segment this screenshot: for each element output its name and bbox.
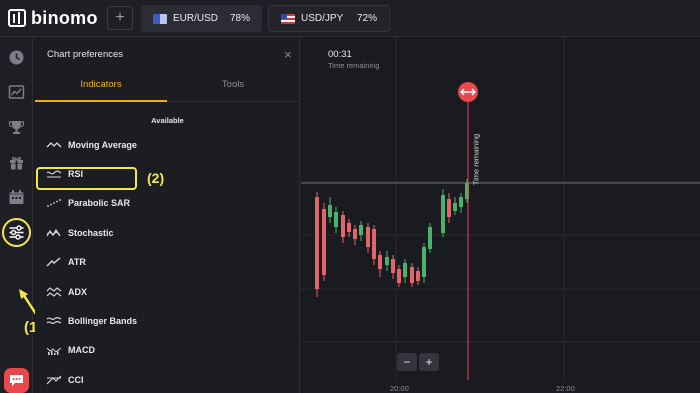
indicator-label: ATR — [68, 257, 86, 267]
indicator-label: Parabolic SAR — [68, 198, 131, 208]
candle-body — [385, 257, 389, 265]
candle-body — [328, 205, 332, 217]
asset-tab-usdjpy[interactable]: USD/JPY 72% — [268, 5, 390, 32]
candle-body — [453, 203, 457, 211]
stochastic-icon — [46, 228, 62, 238]
adx-icon — [46, 287, 62, 297]
asset-payout: 78% — [229, 13, 250, 24]
asset-tab-eurusd[interactable]: EUR/USD 78% — [141, 5, 262, 32]
candle-body — [372, 229, 376, 259]
indicator-parabolic-sar[interactable]: Parabolic SAR — [35, 191, 300, 215]
rsi-highlight-box — [36, 167, 137, 190]
price-chart[interactable]: 00:31 Time remaining Time remaining − + … — [301, 37, 700, 393]
candle-body — [315, 197, 319, 289]
chart-preferences-panel: Chart preferences × Indicators Tools Ava… — [35, 37, 300, 393]
candle-body — [397, 269, 401, 283]
logo-text: binomo — [31, 7, 98, 28]
atr-icon — [46, 257, 62, 267]
candle-body — [378, 255, 382, 269]
eu-flag-icon — [153, 13, 167, 24]
add-asset-tab-button[interactable]: + — [107, 6, 133, 30]
candle-body — [359, 225, 363, 235]
chart-canvas[interactable] — [301, 37, 700, 393]
tab-tools[interactable]: Tools — [167, 74, 299, 102]
indicator-atr[interactable]: ATR — [35, 250, 300, 274]
indicator-stochastic[interactable]: Stochastic — [35, 221, 300, 245]
top-bar: binomo + EUR/USD 78% USD/JPY 72% — [0, 0, 700, 37]
panel-tabs: Indicators Tools — [35, 74, 300, 102]
parabolic-sar-icon — [46, 198, 62, 208]
candle-body — [341, 215, 345, 237]
candle-body — [459, 197, 463, 207]
indicator-label: ADX — [68, 287, 88, 297]
indicator-moving-average[interactable]: Moving Average — [35, 133, 300, 157]
tab-indicators[interactable]: Indicators — [35, 74, 167, 102]
sliders-icon[interactable] — [8, 224, 25, 241]
candle-body — [347, 223, 351, 232]
section-available-label: Available — [151, 116, 184, 125]
macd-icon — [46, 345, 62, 355]
candle-body — [428, 227, 432, 249]
candle-body — [391, 259, 395, 273]
candle-body — [353, 229, 357, 239]
left-rail: (1) — [0, 37, 42, 393]
candle-body — [410, 267, 414, 283]
us-flag-icon — [281, 13, 295, 24]
x-axis-tick: 22:00 — [556, 384, 575, 393]
indicator-cci[interactable]: CCI — [35, 368, 300, 392]
indicator-label: CCI — [68, 375, 84, 385]
indicator-label: Stochastic — [68, 228, 114, 238]
x-axis-tick: 20:00 — [390, 384, 409, 393]
candle-body — [416, 271, 420, 281]
calendar-icon[interactable] — [8, 189, 25, 206]
zoom-in-button[interactable]: + — [419, 353, 439, 371]
indicator-label: Bollinger Bands — [68, 316, 138, 326]
candle-body — [447, 199, 451, 217]
asset-payout: 72% — [356, 13, 377, 24]
indicator-label: Moving Average — [68, 140, 137, 150]
chat-button[interactable] — [4, 368, 29, 393]
indicator-label: MACD — [68, 345, 95, 355]
clock-icon[interactable] — [8, 49, 25, 66]
zoom-out-button[interactable]: − — [397, 353, 417, 371]
candle-body — [422, 247, 426, 277]
asset-name: USD/JPY — [301, 13, 344, 24]
cci-icon — [46, 375, 62, 385]
time-marker-text: Time remaining — [471, 133, 481, 186]
panel-title: Chart preferences — [47, 49, 124, 60]
chat-icon — [10, 375, 23, 386]
time-marker-label: Time remaining — [469, 115, 483, 205]
binomo-app: binomo + EUR/USD 78% USD/JPY 72% (1) Cha… — [0, 0, 700, 393]
annotation-step-2: (2) — [147, 170, 165, 186]
logo-mark-icon — [8, 9, 26, 27]
close-icon[interactable]: × — [284, 47, 292, 62]
gift-icon[interactable] — [8, 154, 25, 171]
chart-icon[interactable] — [8, 84, 25, 101]
candle-body — [322, 209, 326, 275]
countdown-timer: 00:31 — [328, 49, 352, 60]
trophy-icon[interactable] — [8, 119, 25, 136]
countdown-label: Time remaining — [328, 61, 380, 70]
candle-body — [334, 212, 338, 227]
moving-average-icon — [46, 140, 62, 150]
candle-body — [403, 263, 407, 277]
candle-body — [441, 195, 445, 233]
indicator-bollinger-bands[interactable]: Bollinger Bands — [35, 309, 300, 333]
indicator-adx[interactable]: ADX — [35, 280, 300, 304]
bollinger-bands-icon — [46, 316, 62, 326]
binomo-logo[interactable]: binomo — [8, 8, 98, 28]
candle-body — [366, 227, 370, 247]
asset-name: EUR/USD — [173, 13, 219, 24]
indicator-macd[interactable]: MACD — [35, 338, 300, 362]
